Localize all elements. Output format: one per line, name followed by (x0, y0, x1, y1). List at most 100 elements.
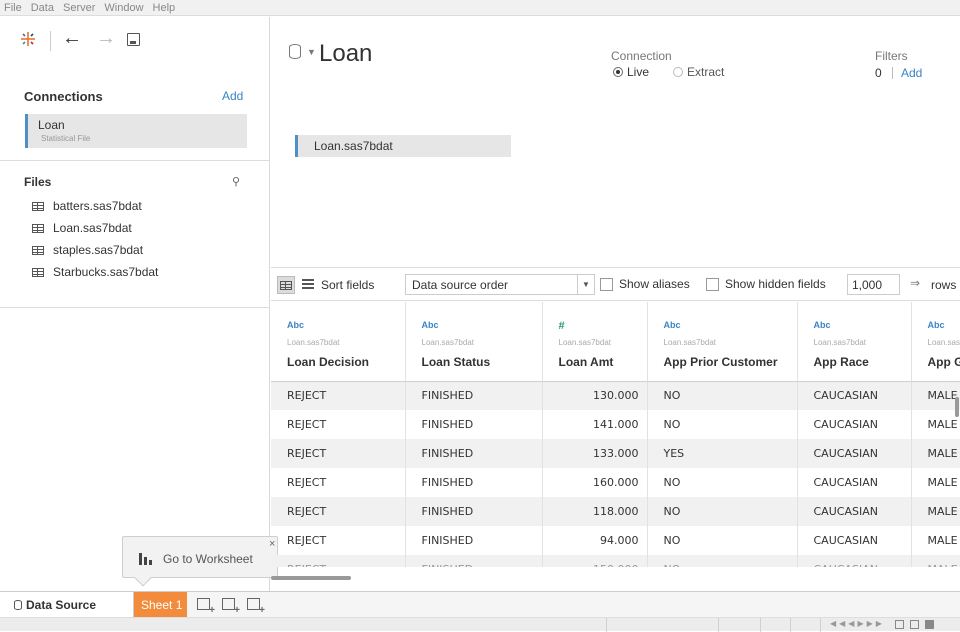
sheet-tab-bar: Data Source Sheet 1 (0, 591, 960, 617)
table-cell[interactable]: MALE (911, 526, 960, 555)
table-cell[interactable]: CAUCASIAN (797, 468, 911, 497)
back-arrow-icon[interactable]: ← (62, 27, 82, 50)
column-header[interactable]: AbcLoan.sas7bdatApp Race (797, 302, 911, 381)
table-cell[interactable]: REJECT (271, 439, 405, 468)
chevron-down-icon[interactable]: ▼ (307, 47, 316, 57)
menu-server[interactable]: Server (59, 2, 100, 14)
table-cell[interactable]: NO (647, 555, 797, 567)
table-cell[interactable]: 150.000 (542, 555, 647, 567)
filmstrip-icon[interactable] (910, 620, 919, 629)
column-header[interactable]: AbcLoan.sas7bdatLoan Status (405, 302, 542, 381)
vertical-scrollbar[interactable] (955, 397, 959, 417)
column-header[interactable]: AbcLoan.sas7bdatLoan Decision (271, 302, 405, 381)
chevron-down-icon[interactable]: ▼ (577, 275, 594, 294)
table-cell[interactable]: REJECT (271, 381, 405, 410)
table-cell[interactable]: FINISHED (405, 497, 542, 526)
datasource-icon[interactable] (289, 44, 301, 59)
arrow-right-icon[interactable]: ⇒ (910, 276, 920, 290)
menu-data[interactable]: Data (27, 2, 59, 14)
add-connection-link[interactable]: Add (222, 89, 243, 103)
connection-item-loan[interactable]: Loan Statistical File (25, 114, 247, 148)
table-cell[interactable]: 133.000 (542, 439, 647, 468)
table-cell[interactable]: 141.000 (542, 410, 647, 439)
add-filter-link[interactable]: Add (901, 66, 922, 80)
menu-help[interactable]: Help (149, 2, 181, 14)
datasource-name[interactable]: Loan (319, 40, 372, 68)
number-type-icon[interactable]: # (559, 320, 647, 333)
string-type-icon[interactable]: Abc (287, 320, 405, 333)
table-cell[interactable]: NO (647, 497, 797, 526)
sheet-sorter-icon[interactable] (895, 620, 904, 629)
file-item[interactable]: Starbucks.sas7bdat (32, 261, 158, 283)
table-cell[interactable]: FINISHED (405, 526, 542, 555)
table-cell[interactable]: FINISHED (405, 381, 542, 410)
go-to-worksheet-tooltip[interactable]: Go to Worksheet × (122, 536, 278, 578)
column-header[interactable]: #Loan.sas7bdatLoan Amt (542, 302, 647, 381)
table-cell[interactable]: FINISHED (405, 410, 542, 439)
tabs-view-icon[interactable] (925, 620, 934, 629)
table-cell[interactable]: CAUCASIAN (797, 381, 911, 410)
table-cell[interactable]: REJECT (271, 410, 405, 439)
table-cell[interactable]: NO (647, 468, 797, 497)
table-cell[interactable]: CAUCASIAN (797, 497, 911, 526)
table-cell[interactable]: MALE (911, 410, 960, 439)
string-type-icon[interactable]: Abc (422, 320, 542, 333)
new-story-icon[interactable] (247, 598, 260, 610)
string-type-icon[interactable]: Abc (664, 320, 797, 333)
table-cell[interactable]: 160.000 (542, 468, 647, 497)
table-cell[interactable]: CAUCASIAN (797, 439, 911, 468)
string-type-icon[interactable]: Abc (814, 320, 911, 333)
extract-radio[interactable]: Extract (673, 65, 724, 79)
table-cell[interactable]: MALE (911, 497, 960, 526)
table-cell[interactable]: REJECT (271, 468, 405, 497)
table-cell[interactable]: CAUCASIAN (797, 555, 911, 567)
sort-fields-select[interactable]: Data source order ▼ (405, 274, 595, 295)
table-cell[interactable]: 94.000 (542, 526, 647, 555)
file-item[interactable]: batters.sas7bdat (32, 195, 158, 217)
table-cell[interactable]: CAUCASIAN (797, 526, 911, 555)
save-icon[interactable] (127, 33, 140, 46)
search-icon[interactable]: ⚲ (232, 175, 240, 188)
table-cell[interactable]: YES (647, 439, 797, 468)
table-cell[interactable]: REJECT (271, 555, 405, 567)
file-item[interactable]: Loan.sas7bdat (32, 217, 158, 239)
table-cell[interactable]: FINISHED (405, 555, 542, 567)
table-icon (32, 246, 44, 255)
menu-window[interactable]: Window (100, 2, 148, 14)
table-cell[interactable]: MALE (911, 468, 960, 497)
column-header[interactable]: AbcLoan.sas7bdatApp Prior Customer (647, 302, 797, 381)
rows-input[interactable]: 1,000 (847, 274, 900, 295)
table-cell[interactable]: NO (647, 410, 797, 439)
show-hidden-fields-checkbox[interactable]: Show hidden fields (706, 277, 826, 291)
tableau-logo-icon[interactable] (20, 31, 36, 47)
table-cell[interactable]: FINISHED (405, 439, 542, 468)
string-type-icon[interactable]: Abc (928, 320, 960, 333)
table-cell[interactable]: MALE (911, 555, 960, 567)
file-item[interactable]: staples.sas7bdat (32, 239, 158, 261)
table-cell[interactable]: NO (647, 526, 797, 555)
menu-file[interactable]: File (0, 2, 27, 14)
table-cell[interactable]: FINISHED (405, 468, 542, 497)
horizontal-scrollbar[interactable] (271, 576, 351, 580)
grid-icon (280, 281, 292, 290)
column-header[interactable]: AbcLoan.sas7bdatApp Ge (911, 302, 960, 381)
table-cell[interactable]: MALE (911, 381, 960, 410)
table-chip[interactable]: Loan.sas7bdat (295, 135, 511, 157)
new-worksheet-icon[interactable] (197, 598, 210, 610)
table-cell[interactable]: 118.000 (542, 497, 647, 526)
table-cell[interactable]: NO (647, 381, 797, 410)
table-cell[interactable]: MALE (911, 439, 960, 468)
sheet-navigation-icon[interactable]: ◀◀◀▶▶▶ (830, 619, 885, 628)
tab-data-source[interactable]: Data Source (0, 592, 134, 618)
show-aliases-checkbox[interactable]: Show aliases (600, 277, 690, 291)
table-cell[interactable]: CAUCASIAN (797, 410, 911, 439)
forward-arrow-icon[interactable]: → (96, 27, 116, 50)
grid-view-button[interactable] (277, 276, 295, 294)
live-radio[interactable]: Live (613, 65, 649, 79)
table-cell[interactable]: REJECT (271, 526, 405, 555)
table-cell[interactable]: REJECT (271, 497, 405, 526)
tab-sheet-1[interactable]: Sheet 1 (134, 592, 187, 618)
list-view-icon[interactable] (302, 278, 314, 290)
table-cell[interactable]: 130.000 (542, 381, 647, 410)
new-dashboard-icon[interactable] (222, 598, 235, 610)
